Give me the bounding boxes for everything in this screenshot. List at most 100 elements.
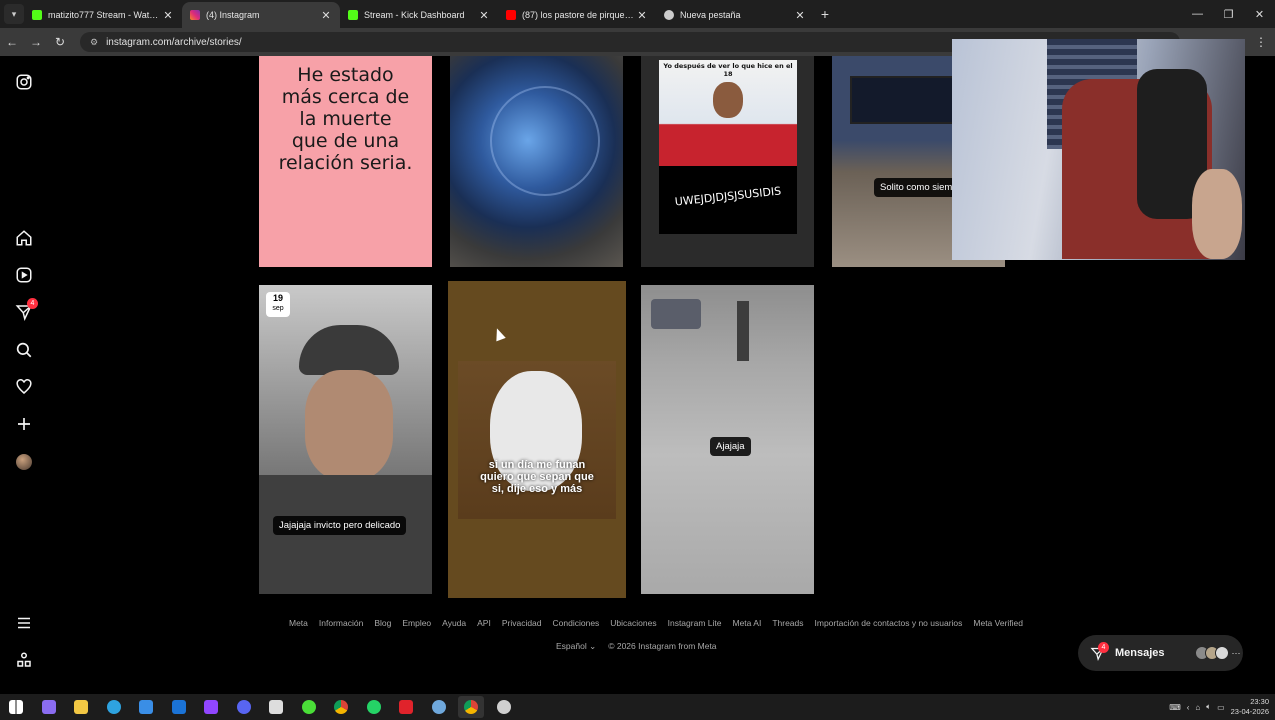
caption-line: si un día me funan bbox=[488, 459, 586, 471]
footer-link[interactable]: Meta Verified bbox=[973, 618, 1023, 628]
chevron-up-icon[interactable]: ‹ bbox=[1187, 703, 1190, 712]
story-tile[interactable] bbox=[450, 56, 623, 267]
windows-start-icon[interactable] bbox=[3, 696, 29, 718]
epic-games-icon[interactable] bbox=[263, 696, 289, 718]
xbox-icon[interactable] bbox=[296, 696, 322, 718]
taskbar-clock[interactable]: 23:30 23-04-2026 bbox=[1231, 697, 1269, 717]
reels-icon[interactable] bbox=[14, 265, 34, 285]
discord-icon[interactable] bbox=[231, 696, 257, 718]
minimize-icon[interactable]: — bbox=[1182, 0, 1213, 28]
footer-link[interactable]: Meta bbox=[289, 618, 308, 628]
site-info-icon[interactable]: ⚙ bbox=[90, 37, 98, 48]
keyboard-icon[interactable]: ⌨ bbox=[1169, 703, 1181, 712]
acrobat-icon[interactable] bbox=[393, 696, 419, 718]
forward-icon[interactable]: → bbox=[24, 35, 48, 49]
footer-link[interactable]: Meta AI bbox=[732, 618, 761, 628]
quote-line: que de una bbox=[291, 130, 400, 152]
tab-title: (4) Instagram bbox=[206, 10, 260, 20]
edge-icon[interactable] bbox=[101, 696, 127, 718]
also-from-meta-icon[interactable] bbox=[14, 650, 34, 670]
story-tile[interactable]: Ajajaja bbox=[641, 285, 814, 594]
quote-line: relación seria. bbox=[278, 152, 413, 174]
copilot-icon[interactable] bbox=[36, 696, 62, 718]
maximize-icon[interactable]: ❐ bbox=[1213, 0, 1244, 28]
story-header-text: Yo después de ver lo que hice en el 18 bbox=[663, 62, 793, 78]
battery-icon[interactable]: ▭ bbox=[1217, 703, 1225, 712]
profile-avatar[interactable] bbox=[14, 452, 34, 472]
story-tile[interactable]: si un día me funan quiero que sepan que … bbox=[448, 281, 626, 598]
chrome-icon[interactable] bbox=[328, 696, 354, 718]
url-text: instagram.com/archive/stories/ bbox=[106, 36, 242, 48]
back-icon[interactable]: ← bbox=[0, 35, 24, 49]
tab-search-button[interactable]: ▾ bbox=[4, 4, 24, 24]
footer-link[interactable]: Condiciones bbox=[553, 618, 600, 628]
create-post-icon[interactable] bbox=[14, 414, 34, 434]
close-tab-icon[interactable]: ✕ bbox=[478, 9, 490, 22]
person-silhouette-shape bbox=[737, 301, 749, 361]
story-caption: Jajajaja invicto pero delicado bbox=[273, 516, 407, 535]
story-tile[interactable]: 19 sep Jajajaja invicto pero delicado bbox=[259, 285, 432, 594]
footer-link[interactable]: Instagram Lite bbox=[668, 618, 722, 628]
clock-time: 23:30 bbox=[1250, 697, 1269, 706]
obs-icon[interactable] bbox=[491, 696, 517, 718]
footer-link[interactable]: Ubicaciones bbox=[610, 618, 656, 628]
browser-tab[interactable]: Stream - Kick Dashboard ✕ bbox=[340, 2, 498, 28]
clock-date: 23-04-2026 bbox=[1230, 707, 1269, 716]
instagram-icon bbox=[190, 10, 200, 20]
story-tile[interactable]: He estado más cerca de la muerte que de … bbox=[259, 56, 432, 267]
browser-tab-active[interactable]: (4) Instagram ✕ bbox=[182, 2, 340, 28]
browser-tab[interactable]: (87) los pastore de pirque - YouTube ✕ bbox=[498, 2, 656, 28]
close-tab-icon[interactable]: ✕ bbox=[162, 9, 174, 22]
close-window-icon[interactable]: ✕ bbox=[1244, 0, 1275, 28]
search-icon[interactable] bbox=[14, 340, 34, 360]
caption-line: quiero que sepan que bbox=[480, 471, 594, 483]
network-icon[interactable]: ⌂ bbox=[1195, 703, 1200, 712]
outlook-icon[interactable] bbox=[166, 696, 192, 718]
direct-messages-icon: 4 bbox=[1090, 641, 1109, 661]
footer-link[interactable]: Threads bbox=[772, 618, 803, 628]
footer-link[interactable]: Información bbox=[319, 618, 363, 628]
new-tab-button[interactable]: + bbox=[814, 6, 836, 22]
browser-tab[interactable]: Nueva pestaña ✕ bbox=[656, 2, 814, 28]
close-tab-icon[interactable]: ✕ bbox=[636, 9, 648, 22]
home-icon[interactable] bbox=[14, 228, 34, 248]
twitch-icon[interactable] bbox=[198, 696, 224, 718]
reload-icon[interactable]: ↻ bbox=[48, 35, 72, 49]
messages-button[interactable]: 4 Mensajes ⋯ bbox=[1078, 635, 1243, 671]
instagram-logo-icon[interactable] bbox=[14, 72, 34, 92]
chrome-active-icon[interactable] bbox=[458, 696, 484, 718]
webcam-overlay bbox=[952, 39, 1245, 260]
footer-link[interactable]: Privacidad bbox=[502, 618, 542, 628]
more-icon: ⋯ bbox=[1231, 647, 1241, 658]
footer-link[interactable]: Empleo bbox=[402, 618, 431, 628]
window-controls: — ❐ ✕ bbox=[1182, 0, 1275, 28]
hand-shape bbox=[1192, 169, 1242, 259]
browser-tab[interactable]: matizito777 Stream - Watch Live ✕ bbox=[24, 2, 182, 28]
notification-badge: 4 bbox=[27, 298, 38, 309]
close-tab-icon[interactable]: ✕ bbox=[320, 9, 332, 22]
browser-menu-icon[interactable]: ⋮ bbox=[1255, 35, 1267, 49]
story-caption: si un día me funan quiero que sepan que … bbox=[458, 459, 616, 495]
story-tile[interactable]: Yo después de ver lo que hice en el 18 U… bbox=[641, 56, 814, 267]
chevron-down-icon: ⌄ bbox=[589, 641, 597, 651]
volume-icon[interactable]: 🔈︎ bbox=[1206, 702, 1211, 712]
direct-messages-icon[interactable]: 4 bbox=[14, 298, 38, 322]
file-explorer-icon[interactable] bbox=[68, 696, 94, 718]
more-menu-icon[interactable] bbox=[14, 613, 34, 633]
footer-link[interactable]: Blog bbox=[374, 618, 391, 628]
footer-link[interactable]: API bbox=[477, 618, 491, 628]
footer-link[interactable]: Ayuda bbox=[442, 618, 466, 628]
press-conference-image: Yo después de ver lo que hice en el 18 bbox=[659, 60, 797, 166]
cap-shape bbox=[299, 325, 399, 375]
whatsapp-icon[interactable] bbox=[361, 696, 387, 718]
kick-icon bbox=[348, 10, 358, 20]
close-tab-icon[interactable]: ✕ bbox=[794, 9, 806, 22]
story-caption: UWEJDJDJSJSUSIDIS bbox=[674, 184, 782, 209]
instagram-sidebar: 4 bbox=[0, 56, 48, 694]
notifications-heart-icon[interactable] bbox=[14, 377, 34, 397]
steam-icon[interactable] bbox=[426, 696, 452, 718]
quote-line: más cerca de bbox=[281, 86, 410, 108]
store-icon[interactable] bbox=[133, 696, 159, 718]
language-select[interactable]: Español ⌄ bbox=[556, 641, 596, 652]
footer-link[interactable]: Importación de contactos y no usuarios bbox=[815, 618, 963, 628]
